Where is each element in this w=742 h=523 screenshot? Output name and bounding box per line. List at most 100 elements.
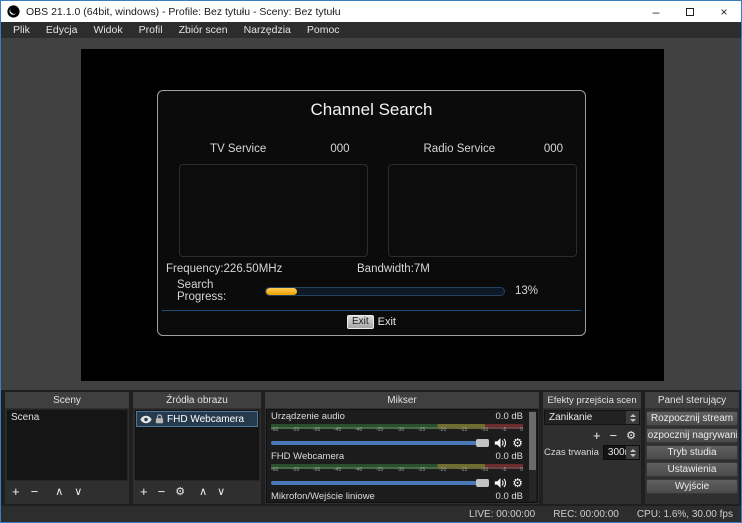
tick-label: -40 [355,467,362,476]
search-progress-fill [266,288,297,295]
channel-name: FHD Webcamera [271,451,344,464]
volume-slider[interactable] [271,441,489,445]
sources-panel: Źródła obrazu FHD Webcamera + − [133,392,261,504]
service-lists [158,164,585,257]
transition-select[interactable]: Zanikanie [544,410,640,425]
menubar: Plik Edycja Widok Profil Zbiór scen Narz… [1,22,741,38]
scene-down-button[interactable]: ∨ [74,483,82,501]
source-properties-gear-icon[interactable]: ⚙ [175,483,185,501]
minimize-button[interactable]: – [639,1,673,22]
channel-gear-icon[interactable]: ⚙ [512,437,523,449]
service-counts: TV Service 000 Radio Service 000 [158,143,585,155]
volume-slider-handle[interactable] [476,439,489,447]
cpu-fps: CPU: 1.6%, 30.00 fps [637,509,733,520]
add-scene-button[interactable]: + [12,483,20,501]
live-time: LIVE: 00:00:00 [469,509,535,520]
radio-service-list[interactable] [388,164,577,257]
maximize-button[interactable] [673,1,707,22]
main-area: Channel Search TV Service 000 Radio Serv… [1,38,741,390]
mixer-channels: Urządzenie audio 0.0 dB -60-55-50-45-40-… [271,411,523,503]
tick-label: -40 [355,427,362,436]
volume-slider[interactable] [271,481,489,485]
radio-service-label: Radio Service [424,143,496,155]
source-item-selected[interactable]: FHD Webcamera [136,411,258,427]
start-recording-button[interactable]: Rozpocznij nagrywanie [646,428,738,443]
menu-item-pomoc[interactable]: Pomoc [299,22,348,38]
meter-scale: -60-55-50-45-40-35-30-25-20-15-10-50 [271,427,523,436]
exit-label: Exit [378,316,396,328]
visibility-eye-icon[interactable] [140,415,152,424]
frequency-row: Frequency:226.50MHz Bandwidth:7M [166,263,577,275]
menu-item-zbior-scen[interactable]: Zbiór scen [171,22,236,38]
tick-label: -35 [376,427,383,436]
mixer-scrollbar-thumb[interactable] [529,412,536,470]
transition-select-spinner[interactable] [626,411,639,424]
transition-properties-gear-icon[interactable]: ⚙ [626,427,636,445]
scene-item[interactable]: Scena [7,410,127,425]
mixer-panel-header: Mikser [265,392,539,408]
audio-meter [271,424,523,427]
obs-logo-icon [7,5,20,18]
add-transition-button[interactable]: + [593,427,601,445]
tick-label: -45 [334,427,341,436]
tick-label: -25 [418,427,425,436]
scenes-panel-header: Sceny [5,392,129,408]
volume-slider-handle[interactable] [476,479,489,487]
speaker-icon[interactable] [494,477,507,489]
source-up-button[interactable]: ∧ [199,483,207,501]
channel-search-dialog: Channel Search TV Service 000 Radio Serv… [157,90,586,336]
tick-label: -5 [502,467,506,476]
dialog-footer: Exit Exit [162,310,581,333]
tick-label: -45 [334,467,341,476]
close-button[interactable]: × [707,1,741,22]
scenes-panel: Sceny Scena + − ∧ ∨ [5,392,129,504]
menu-item-widok[interactable]: Widok [85,22,130,38]
settings-button[interactable]: Ustawienia [646,462,738,477]
sources-list[interactable]: FHD Webcamera [134,409,260,481]
duration-input[interactable]: 300ms [603,445,640,460]
tick-label: -15 [460,427,467,436]
menu-item-plik[interactable]: Plik [5,22,38,38]
exit-app-button[interactable]: Wyjście [646,479,738,494]
mixer-channel-2: FHD Webcamera 0.0 dB -60-55-50-45-40-35-… [271,451,523,491]
menu-item-narzedzia[interactable]: Narzędzia [236,22,299,38]
dialog-title: Channel Search [158,100,585,120]
speaker-icon[interactable] [494,437,507,449]
exit-button[interactable]: Exit [347,315,374,329]
mixer-scrollbar[interactable] [529,411,536,501]
tick-label: -25 [418,467,425,476]
mixer-channel-3: Mikrofon/Wejście liniowe 0.0 dB [271,491,523,503]
menu-item-edycja[interactable]: Edycja [38,22,86,38]
rec-time: REC: 00:00:00 [553,509,619,520]
bandwidth-value: Bandwidth:7M [357,263,430,275]
channel-gear-icon[interactable]: ⚙ [512,477,523,489]
source-down-button[interactable]: ∨ [217,483,225,501]
remove-transition-button[interactable]: − [610,427,618,445]
channel-db: 0.0 dB [496,491,523,503]
remove-source-button[interactable]: − [158,483,166,501]
search-progress-percent: 13% [515,285,538,297]
tv-service-list[interactable] [179,164,368,257]
duration-row: Czas trwania 300ms [544,445,640,460]
scene-up-button[interactable]: ∧ [55,483,63,501]
scenes-toolbar: + − ∧ ∨ [5,482,129,502]
add-source-button[interactable]: + [140,483,148,501]
tv-service-group: TV Service 000 [158,143,372,155]
duration-spinner[interactable] [626,446,639,459]
tick-label: -35 [376,467,383,476]
remove-scene-button[interactable]: − [31,483,39,501]
controls-panel-header: Panel sterujący [645,392,739,408]
studio-mode-button[interactable]: Tryb studia [646,445,738,460]
scenes-list[interactable]: Scena [6,409,128,481]
tick-label: -50 [313,427,320,436]
search-progress-row: Search Progress: 13% [177,279,577,303]
lock-icon[interactable] [155,414,164,424]
menu-item-profil[interactable]: Profil [131,22,171,38]
start-streaming-button[interactable]: Rozpocznij stream [646,411,738,426]
tick-label: -30 [397,467,404,476]
mixer-panel: Mikser Urządzenie audio 0.0 dB -60-55-50… [265,392,539,504]
tick-label: -50 [313,467,320,476]
radio-service-group: Radio Service 000 [372,143,586,155]
maximize-icon [686,8,694,16]
transition-selected-value: Zanikanie [549,412,592,423]
